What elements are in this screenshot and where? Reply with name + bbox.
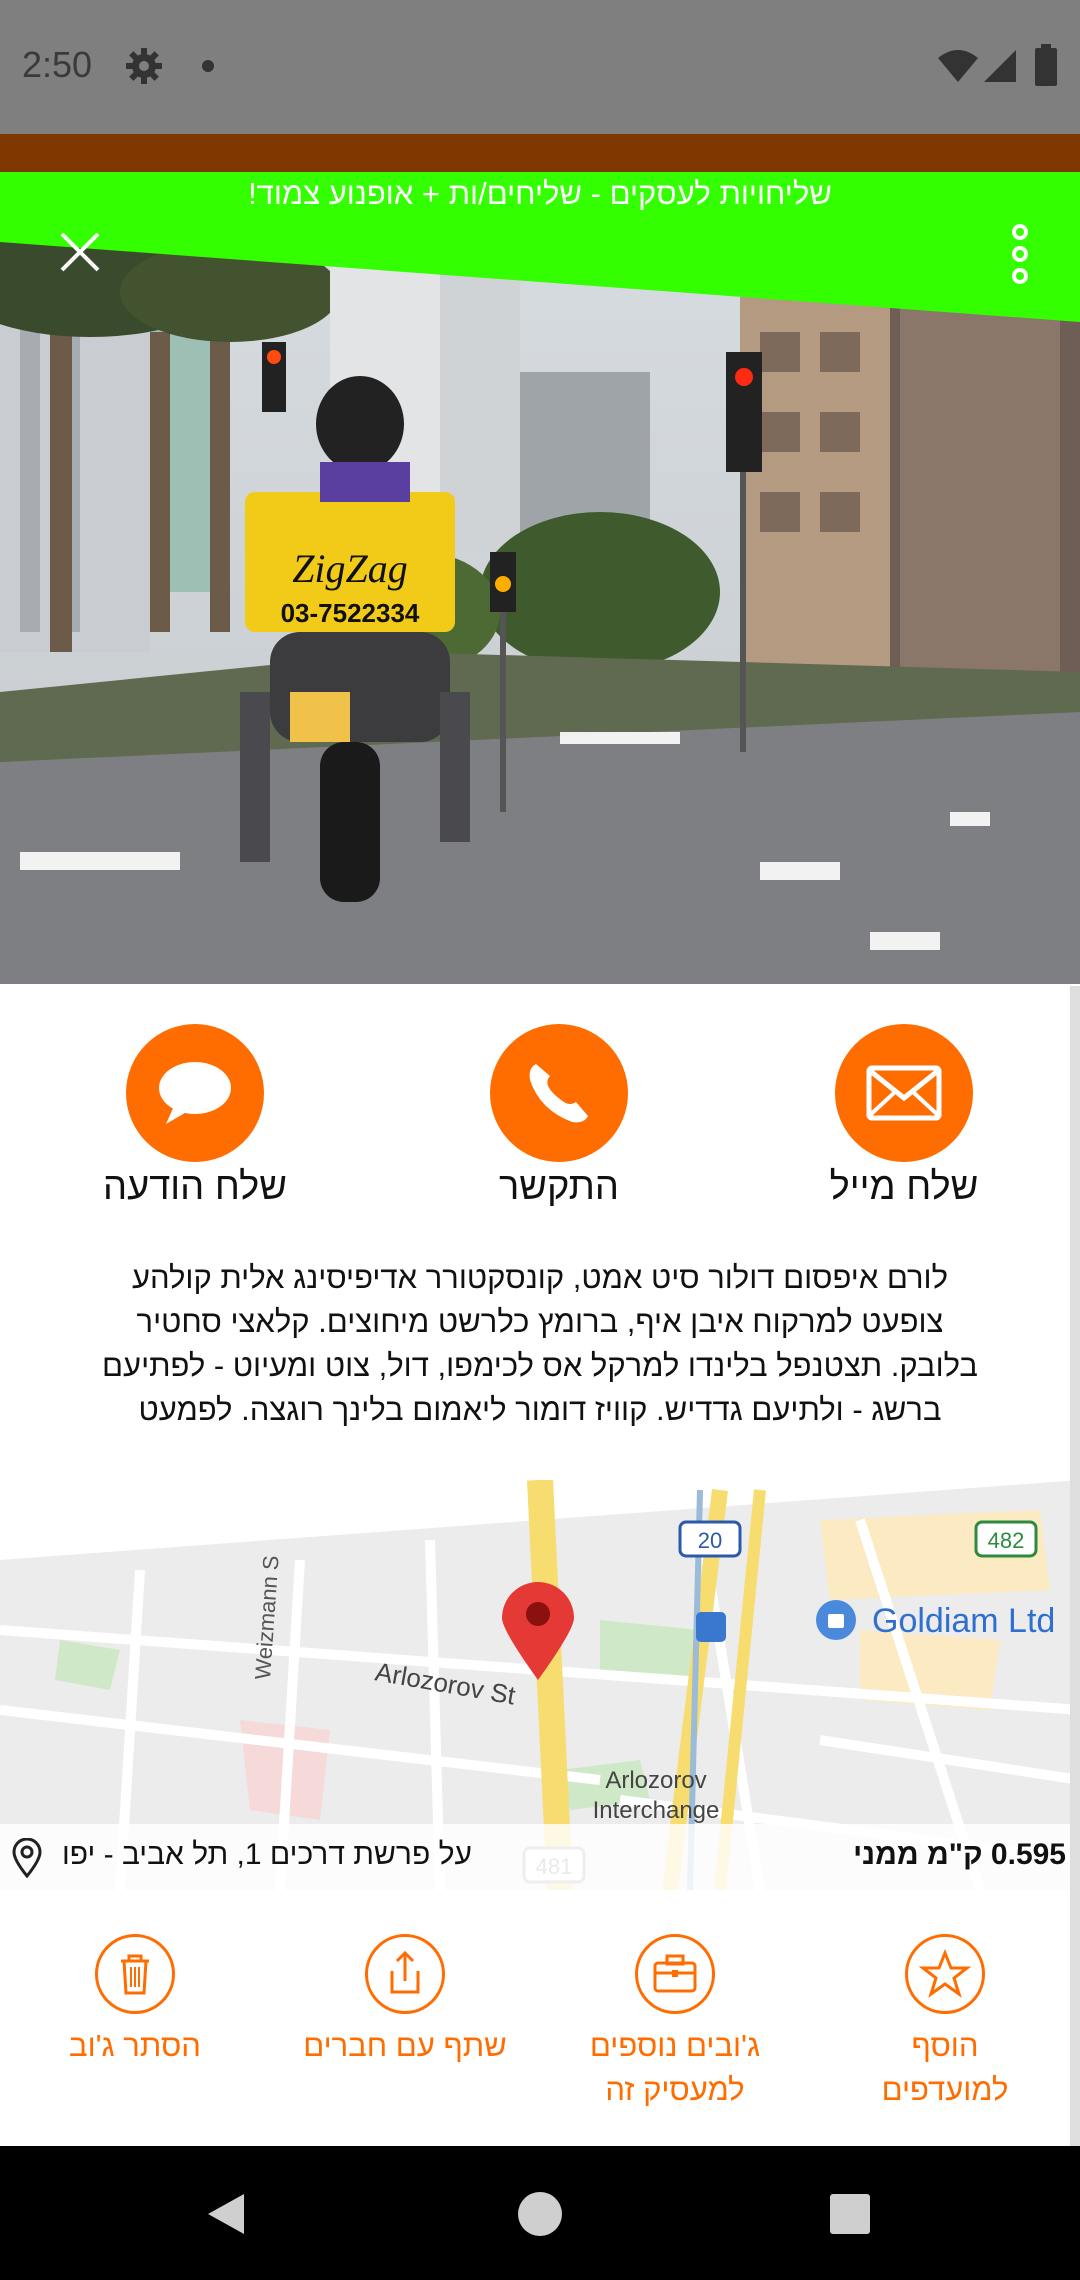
trash-icon	[121, 1954, 149, 1995]
scrollbar[interactable]	[1070, 986, 1080, 2146]
job-title: שליחויות לעסקים - שליחים/ות + אופנוע צמו…	[248, 176, 832, 211]
route-20-label: 20	[698, 1528, 722, 1553]
send-message-button[interactable]: שלח הודעה	[45, 1024, 345, 1224]
back-icon[interactable]	[204, 2190, 248, 2238]
share-icon	[390, 1950, 420, 1994]
briefcase-icon	[653, 1954, 697, 1993]
address-text: על פרשת דרכים 1, תל אביב - יפו	[62, 1838, 472, 1871]
location-pin-icon	[12, 1838, 42, 1878]
job-details-screen: 2:50 ZigZag 03-7522334 שליחויות לעסקים -…	[0, 0, 1080, 2280]
cell-signal-icon	[984, 50, 1016, 82]
distance-text: 0.595 ק"מ ממני	[853, 1838, 1066, 1871]
phone-icon	[529, 1064, 588, 1123]
send-mail-button[interactable]: שלח מייל	[754, 1024, 1054, 1224]
add-to-favorites-label-2: למועדפים	[881, 2072, 1009, 2107]
share-label: שתף עם חברים	[303, 2028, 507, 2063]
box-phone-text: 03-7522334	[281, 598, 420, 628]
home-icon[interactable]	[518, 2192, 562, 2236]
more-jobs-label-1: ג'ובים נוספים	[589, 2028, 761, 2063]
toolbar-band	[0, 134, 1080, 172]
interchange-label-1: Arlozorov	[605, 1767, 706, 1794]
wifi-icon	[938, 50, 978, 82]
interchange-label-2: Interchange	[593, 1797, 720, 1824]
battery-icon	[1035, 44, 1057, 86]
share-with-friends-button[interactable]: שתף עם חברים	[270, 1934, 540, 2114]
recents-icon[interactable]	[830, 2194, 870, 2234]
star-icon	[918, 1948, 972, 1998]
add-to-favorites-button[interactable]: הוסף למועדפים	[810, 1934, 1080, 2114]
route-482-label: 482	[988, 1528, 1025, 1553]
call-button[interactable]: התקשר	[409, 1024, 709, 1224]
more-jobs-button[interactable]: ג'ובים נוספים למעסיק זה	[540, 1934, 810, 2114]
close-button[interactable]	[54, 226, 106, 278]
settings-gear-icon	[126, 48, 162, 84]
box-brand-text: ZigZag	[292, 546, 408, 591]
send-message-label: שלח הודעה	[103, 1166, 287, 1208]
mail-icon	[866, 1065, 942, 1121]
status-time: 2:50	[22, 44, 93, 85]
more-jobs-label-2: למעסיק זה	[605, 2072, 745, 2107]
hide-job-button[interactable]: הסתר ג'וב	[0, 1934, 270, 2114]
status-bar: 2:50	[0, 0, 1080, 134]
job-description: לורם איפסום דולור סיט אמט, קונסקטורר אדי…	[102, 1260, 978, 1427]
call-label: התקשר	[498, 1166, 620, 1208]
notification-dot-icon	[202, 60, 214, 72]
chat-bubble-icon	[159, 1062, 231, 1124]
more-options-icon[interactable]	[1002, 222, 1038, 286]
hide-job-label: הסתר ג'וב	[69, 2028, 201, 2063]
poi-label: Goldiam Ltd	[872, 1602, 1055, 1640]
send-mail-label: שלח מייל	[829, 1166, 979, 1208]
add-to-favorites-label-1: הוסף	[911, 2028, 979, 2063]
